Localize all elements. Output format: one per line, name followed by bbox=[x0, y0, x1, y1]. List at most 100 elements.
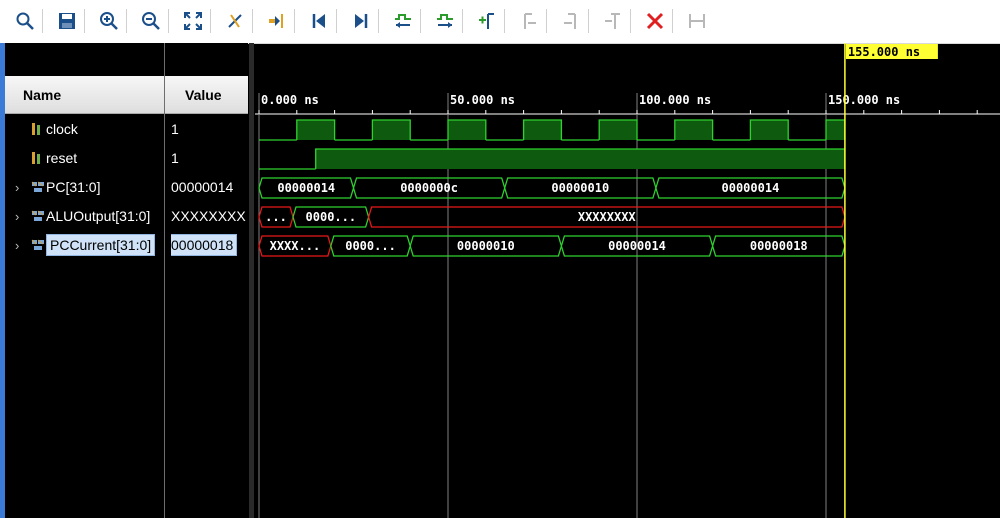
toolbar-separator bbox=[42, 9, 43, 33]
signal-icon bbox=[31, 122, 43, 139]
chevron-right-icon[interactable]: › bbox=[15, 180, 19, 195]
signal-name-row[interactable]: reset bbox=[5, 145, 164, 171]
toolbar-separator bbox=[378, 9, 379, 33]
timeline-tick-label: 150.000 ns bbox=[828, 93, 900, 107]
delete-icon bbox=[646, 12, 664, 30]
toolbar-separator bbox=[672, 9, 673, 33]
waveform-divider[interactable] bbox=[249, 43, 254, 518]
go-to-time-0-button[interactable] bbox=[304, 6, 334, 36]
search-button[interactable] bbox=[10, 6, 40, 36]
toolbar-separator bbox=[420, 9, 421, 33]
toolbar bbox=[0, 0, 1000, 44]
zoom-in-icon bbox=[100, 12, 118, 30]
swap-icon bbox=[689, 14, 705, 28]
cursor-icon bbox=[228, 14, 242, 28]
high-level-fill bbox=[599, 120, 637, 140]
value-column-header[interactable]: Value bbox=[165, 76, 248, 114]
add-marker-icon bbox=[479, 13, 494, 29]
chevron-right-icon[interactable]: › bbox=[15, 238, 19, 253]
name-column-header[interactable]: Name bbox=[5, 76, 164, 114]
value-header-label: Value bbox=[185, 86, 222, 103]
value-column: Value 1 1 00000014 XXXXXXXX 00000018 bbox=[165, 43, 248, 518]
high-level-fill bbox=[296, 120, 335, 140]
waveform-canvas[interactable]: 0.000 ns 50.000 ns 100.000 ns 150.000 ns 000… bbox=[255, 43, 1000, 518]
save-button[interactable] bbox=[52, 6, 82, 36]
signal-value: 00000014 bbox=[171, 174, 248, 200]
toolbar-separator bbox=[252, 9, 253, 33]
go-to-cursor-icon bbox=[269, 14, 283, 28]
delete-marker-button[interactable] bbox=[598, 6, 628, 36]
go-to-cursor-button[interactable] bbox=[262, 6, 292, 36]
high-level-fill bbox=[448, 120, 486, 140]
toolbar-separator bbox=[168, 9, 169, 33]
high-level-fill bbox=[750, 120, 789, 140]
next-marker-icon bbox=[564, 13, 576, 29]
signal-icon bbox=[31, 238, 45, 254]
zoom-out-icon bbox=[142, 12, 160, 30]
bus-value-label: 0000000c bbox=[400, 181, 458, 195]
signal-value-text: XXXXXXXX bbox=[171, 208, 246, 224]
cursor-time-label: 155.000 ns bbox=[848, 45, 920, 59]
bus-value-label: XXXX... bbox=[270, 239, 321, 253]
toolbar-separator bbox=[588, 9, 589, 33]
signal-name-row[interactable]: › PCCurrent[31:0] bbox=[5, 232, 164, 258]
high-level-fill bbox=[674, 120, 713, 140]
signal-name-row[interactable]: › ALUOutput[31:0] bbox=[5, 203, 164, 229]
signal-icon bbox=[31, 151, 43, 168]
delete-all-button[interactable] bbox=[640, 6, 670, 36]
zoom-out-button[interactable] bbox=[136, 6, 166, 36]
bus-value-label: 00000010 bbox=[457, 239, 515, 253]
next-transition-button[interactable] bbox=[430, 6, 460, 36]
swap-cursors-button[interactable] bbox=[682, 6, 712, 36]
toolbar-separator bbox=[336, 9, 337, 33]
timeline-tick-label: 0.000 ns bbox=[261, 93, 319, 107]
save-icon bbox=[59, 13, 75, 29]
high-level-fill bbox=[315, 149, 845, 169]
high-level-fill bbox=[826, 120, 845, 140]
bus-value-label: 00000014 bbox=[277, 181, 335, 195]
signal-name-row[interactable]: clock bbox=[5, 116, 164, 142]
signal-name: PC[31:0] bbox=[46, 179, 101, 195]
delete-marker-icon bbox=[605, 13, 620, 29]
bus-value-label: ... bbox=[265, 210, 287, 224]
signal-value: XXXXXXXX bbox=[171, 203, 248, 229]
toolbar-separator bbox=[546, 9, 547, 33]
add-marker-button[interactable] bbox=[472, 6, 502, 36]
bus-value-label: 00000014 bbox=[722, 181, 780, 195]
signal-name-row[interactable]: › PC[31:0] bbox=[5, 174, 164, 200]
signal-icon bbox=[31, 209, 45, 225]
previous-transition-icon bbox=[395, 14, 411, 28]
bus-value-label: XXXXXXXX bbox=[578, 210, 637, 224]
toolbar-separator bbox=[294, 9, 295, 33]
signal-value: 1 bbox=[171, 116, 248, 142]
timeline-tick-label: 100.000 ns bbox=[639, 93, 711, 107]
signal-name: reset bbox=[46, 150, 78, 166]
zoom-fit-icon bbox=[184, 12, 202, 30]
name-header-label: Name bbox=[23, 86, 62, 103]
next-marker-button[interactable] bbox=[556, 6, 586, 36]
zoom-in-button[interactable] bbox=[94, 6, 124, 36]
bus-value-label: 00000010 bbox=[551, 181, 609, 195]
toolbar-separator bbox=[126, 9, 127, 33]
signal-icon bbox=[31, 180, 45, 196]
toolbar-separator bbox=[210, 9, 211, 33]
timeline-tick-label: 50.000 ns bbox=[450, 93, 515, 107]
bit-signal-icon bbox=[32, 152, 40, 164]
zoom-fit-button[interactable] bbox=[178, 6, 208, 36]
cursor-to-zero-button[interactable] bbox=[220, 6, 250, 36]
signal-name: ALUOutput[31:0] bbox=[46, 208, 151, 224]
signal-value-text: 1 bbox=[171, 121, 179, 137]
high-level-fill bbox=[523, 120, 562, 140]
toolbar-separator bbox=[84, 9, 85, 33]
bus-signal-icon bbox=[31, 239, 44, 250]
next-transition-icon bbox=[437, 14, 453, 28]
bus-value-label: 0000... bbox=[345, 239, 396, 253]
previous-marker-button[interactable] bbox=[514, 6, 544, 36]
previous-transition-button[interactable] bbox=[388, 6, 418, 36]
go-to-last-time-button[interactable] bbox=[346, 6, 376, 36]
chevron-right-icon[interactable]: › bbox=[15, 209, 19, 224]
last-icon bbox=[355, 14, 368, 28]
signal-name: PCCurrent[31:0] bbox=[46, 234, 156, 256]
bit-signal-icon bbox=[32, 123, 40, 135]
previous-marker-icon bbox=[524, 13, 536, 29]
